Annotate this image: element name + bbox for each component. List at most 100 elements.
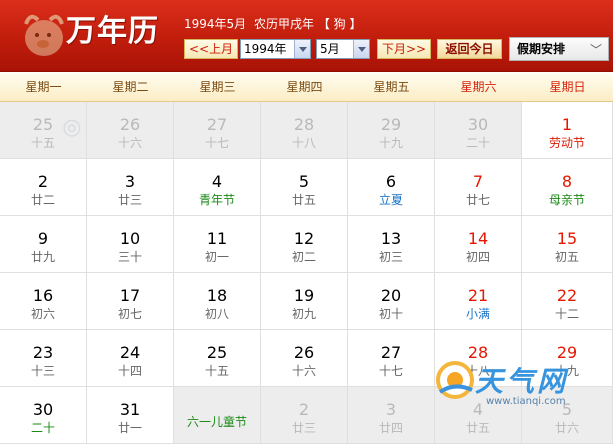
- day-cell[interactable]: 12 初二: [261, 216, 348, 273]
- month-dropdown-arrow-icon[interactable]: [353, 40, 369, 58]
- day-number: 16: [32, 286, 54, 305]
- lunar-day-label: 廿二: [30, 193, 55, 207]
- day-number: 26: [119, 115, 141, 134]
- lunar-day-label: 劳动节: [548, 136, 585, 150]
- weekday-label: 星期二: [112, 80, 149, 94]
- weekday-header-row: 星期一 星期二 星期三 星期四 星期五 星期六 星期日: [0, 73, 613, 102]
- year-select[interactable]: 1994年: [240, 39, 311, 59]
- day-number: 27: [206, 115, 228, 134]
- day-cell[interactable]: 31 廿一: [87, 387, 174, 444]
- day-cell[interactable]: 24 十四: [87, 330, 174, 387]
- day-cell[interactable]: 7 廿七: [435, 159, 522, 216]
- day-cell[interactable]: 3 廿三: [87, 159, 174, 216]
- next-month-button[interactable]: 下月>>: [377, 39, 431, 59]
- day-cell[interactable]: 10 三十: [87, 216, 174, 273]
- year-dropdown-arrow-icon[interactable]: [294, 40, 310, 58]
- calendar-header: 万年历 1994年5月 农历甲戌年 【 狗 】 <<上月 1994年 5月 下月…: [0, 0, 613, 72]
- lunar-day-label: 十三: [30, 364, 55, 378]
- day-cell[interactable]: 21 小满: [435, 273, 522, 330]
- lunar-day-label: 廿五: [465, 421, 490, 435]
- day-cell[interactable]: 15 初五: [522, 216, 613, 273]
- lunar-day-label: 廿三: [117, 193, 142, 207]
- holiday-schedule-dropdown[interactable]: 假期安排 ﹀: [509, 37, 609, 61]
- day-number: 24: [119, 343, 141, 362]
- app-title: 万年历: [66, 14, 159, 49]
- day-cell[interactable]: 25 十五: [174, 330, 261, 387]
- day-number: 23: [32, 343, 54, 362]
- day-number: 30: [467, 115, 489, 134]
- day-cell[interactable]: 29 十九: [348, 102, 435, 159]
- day-cell[interactable]: 14 初四: [435, 216, 522, 273]
- lunar-day-label: 初一: [204, 250, 229, 264]
- day-cell[interactable]: 13 初三: [348, 216, 435, 273]
- day-number: 15: [556, 229, 578, 248]
- day-cell[interactable]: 20 初十: [348, 273, 435, 330]
- day-number: 20: [380, 286, 402, 305]
- watermark-url: www.tianqi.com: [486, 396, 566, 407]
- day-number: 1: [561, 115, 573, 134]
- day-number: 25: [206, 343, 228, 362]
- day-number: 31: [119, 400, 141, 419]
- day-number: 30: [32, 400, 54, 419]
- year-select-value: 1994年: [244, 42, 287, 56]
- lunar-day-label: 廿六: [554, 421, 579, 435]
- day-cell[interactable]: 17 初七: [87, 273, 174, 330]
- day-cell[interactable]: 22 十二: [522, 273, 613, 330]
- lunar-day-label: 母亲节: [548, 193, 585, 207]
- month-select-value: 5月: [320, 42, 340, 56]
- day-number: 3: [124, 172, 136, 191]
- day-cell[interactable]: 23 十三: [0, 330, 87, 387]
- day-cell[interactable]: 18 初八: [174, 273, 261, 330]
- day-cell[interactable]: 3 廿四: [348, 387, 435, 444]
- lunar-day-label: 十二: [554, 307, 579, 321]
- prev-month-button[interactable]: <<上月: [184, 39, 238, 59]
- day-cell[interactable]: 27 十七: [348, 330, 435, 387]
- day-cell[interactable]: 16 初六: [0, 273, 87, 330]
- lunar-day-label: 六一儿童节: [186, 415, 247, 429]
- day-cell[interactable]: 26 十六: [261, 330, 348, 387]
- holiday-schedule-label: 假期安排: [517, 42, 566, 56]
- day-cell[interactable]: 六一儿童节: [174, 387, 261, 444]
- day-cell[interactable]: 8 母亲节: [522, 159, 613, 216]
- weekday-label: 星期五: [373, 80, 410, 94]
- lunar-day-label: 小满: [465, 307, 490, 321]
- day-cell[interactable]: 28 十八: [261, 102, 348, 159]
- day-cell[interactable]: 30 二十: [0, 387, 87, 444]
- lunar-day-label: 二十: [465, 136, 490, 150]
- day-cell[interactable]: 2 廿三: [261, 387, 348, 444]
- day-number: 5: [298, 172, 310, 191]
- day-cell[interactable]: 27 十七: [174, 102, 261, 159]
- lunar-day-label: 二十: [30, 421, 55, 435]
- day-number: 29: [380, 115, 402, 134]
- day-cell[interactable]: 9 廿九: [0, 216, 87, 273]
- day-number: 3: [385, 400, 397, 419]
- day-cell[interactable]: 2 廿二: [0, 159, 87, 216]
- day-number: 9: [37, 229, 49, 248]
- return-today-button[interactable]: 返回今日: [437, 39, 502, 59]
- weekday-label: 星期日: [549, 80, 586, 94]
- lunar-day-label: 廿七: [465, 193, 490, 207]
- day-cell[interactable]: 26 十六: [87, 102, 174, 159]
- lunar-day-label: 初七: [117, 307, 142, 321]
- day-cell[interactable]: 30 二十: [435, 102, 522, 159]
- lunar-day-label: 初二: [291, 250, 316, 264]
- watermark-brand: 天气网: [475, 365, 569, 398]
- lunar-day-label: 初五: [554, 250, 579, 264]
- day-cell[interactable]: 19 初九: [261, 273, 348, 330]
- lunar-day-label: 初九: [291, 307, 316, 321]
- lunar-day-label: 十六: [117, 136, 142, 150]
- month-select[interactable]: 5月: [316, 39, 370, 59]
- day-cell[interactable]: 6 立夏: [348, 159, 435, 216]
- lunar-day-label: 初八: [204, 307, 229, 321]
- day-cell[interactable]: 4 青年节: [174, 159, 261, 216]
- day-cell[interactable]: 11 初一: [174, 216, 261, 273]
- lunar-day-label: 廿九: [30, 250, 55, 264]
- lunar-day-label: 初六: [30, 307, 55, 321]
- day-number: 13: [380, 229, 402, 248]
- day-number: 18: [206, 286, 228, 305]
- day-cell[interactable]: 5 廿五: [261, 159, 348, 216]
- day-cell[interactable]: 1 劳动节: [522, 102, 613, 159]
- lunar-day-label: 十七: [204, 136, 229, 150]
- lunar-day-label: 初四: [465, 250, 490, 264]
- lunar-day-label: 十七: [378, 364, 403, 378]
